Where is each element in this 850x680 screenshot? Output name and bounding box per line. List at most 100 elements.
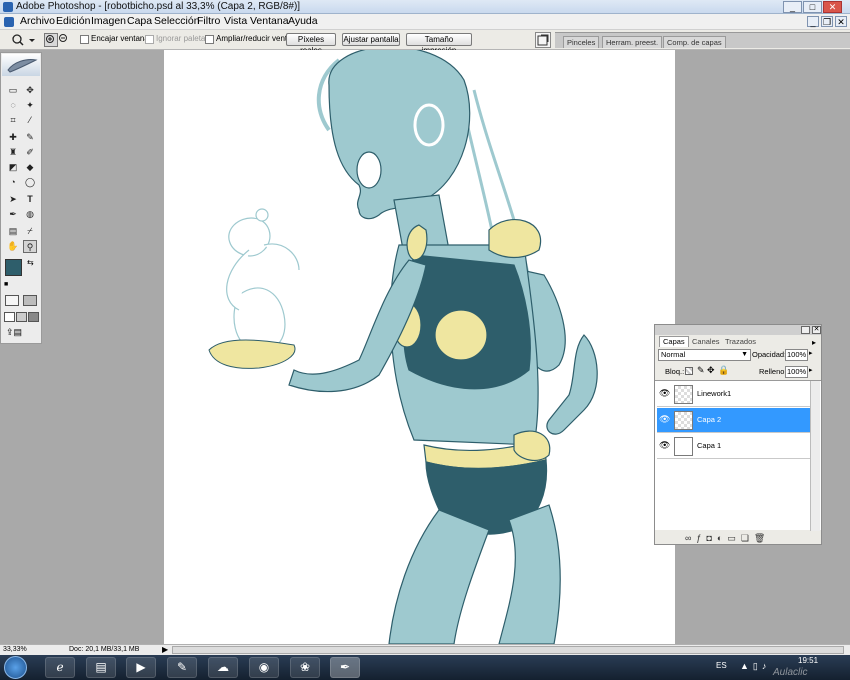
layer-mask-icon[interactable]: ◘ <box>706 533 716 543</box>
eyedropper-tool-icon[interactable]: ⌿ <box>23 225 37 238</box>
swap-colors-icon[interactable]: ⇆ <box>27 258 34 267</box>
app-icon-b[interactable]: ☁ <box>208 657 238 678</box>
visibility-eye-icon[interactable]: 👁 <box>659 388 670 400</box>
lock-move-icon[interactable]: ✥ <box>707 365 715 376</box>
marquee-tool-icon[interactable]: ▭ <box>6 84 20 97</box>
panel-menu-icon[interactable]: ▸ <box>812 338 816 347</box>
document-canvas[interactable] <box>164 50 675 644</box>
zoom-out-icon[interactable] <box>58 33 72 47</box>
visibility-eye-icon[interactable]: 👁 <box>659 440 670 452</box>
zoom-tool-icon[interactable]: ⚲ <box>23 240 37 253</box>
screen-mode-full-menu-icon[interactable] <box>16 312 27 322</box>
type-tool-icon[interactable]: T <box>23 193 37 206</box>
internet-explorer-icon[interactable]: ℯ <box>45 657 75 678</box>
notes-tool-icon[interactable]: ▤ <box>6 225 20 238</box>
menu-ayuda[interactable]: Ayuda <box>285 15 321 27</box>
move-tool-icon[interactable]: ✥ <box>23 84 37 97</box>
link-layers-icon[interactable]: ∞ <box>685 533 696 543</box>
adjustment-layer-icon[interactable]: ◐ <box>717 533 727 543</box>
zoom-tool-preset-icon[interactable] <box>10 33 36 47</box>
layer-row-capa-2[interactable]: 👁 Capa 2 <box>657 408 810 433</box>
fill-slider-arrow-icon[interactable]: ▸ <box>809 366 813 374</box>
lock-transparency-icon[interactable] <box>685 367 693 375</box>
menu-vista[interactable]: Vista <box>221 15 250 27</box>
tab-trazados[interactable]: Trazados <box>722 337 759 347</box>
lock-paint-icon[interactable]: ✎ <box>697 365 705 376</box>
palette-well-icon[interactable] <box>535 32 551 48</box>
zoom-level[interactable]: 33,33% <box>3 646 27 653</box>
fit-window-checkbox[interactable] <box>80 35 89 44</box>
zoom-in-icon[interactable] <box>44 33 58 47</box>
default-colors-icon[interactable]: ■ <box>4 281 8 288</box>
lasso-tool-icon[interactable]: ◌ <box>6 99 20 112</box>
tab-pinceles[interactable]: Pinceles <box>563 36 600 48</box>
blend-mode-select[interactable]: Normal ▼ <box>658 349 751 361</box>
visibility-eye-icon[interactable]: 👁 <box>659 414 670 426</box>
eraser-tool-icon[interactable]: ◩ <box>6 161 20 174</box>
maximize-button[interactable]: □ <box>803 1 822 13</box>
actual-pixels-button[interactable]: Píxeles reales <box>286 33 336 55</box>
layer-style-icon[interactable]: ƒ <box>696 533 706 543</box>
screen-mode-standard-icon[interactable] <box>4 312 15 322</box>
pen-tool-icon[interactable]: ✒ <box>6 208 20 221</box>
quick-mask-icon[interactable] <box>23 295 37 306</box>
app-icon-c[interactable]: ❀ <box>290 657 320 678</box>
standard-mode-icon[interactable] <box>5 295 19 306</box>
layer-row-linework1[interactable]: 👁 Linework1 <box>657 382 810 407</box>
fill-input[interactable]: 100% <box>785 366 808 378</box>
file-explorer-icon[interactable]: ▤ <box>86 657 116 678</box>
app-icon-a[interactable]: ✎ <box>167 657 197 678</box>
minimize-button[interactable]: _ <box>783 1 802 13</box>
hand-tool-icon[interactable]: ✋ <box>6 240 20 253</box>
tab-comp-capas[interactable]: Comp. de capas <box>663 36 726 48</box>
layers-panel-titlebar[interactable] <box>655 325 821 335</box>
menu-archivo[interactable]: Archivo <box>17 15 58 27</box>
zoom-resize-checkbox[interactable] <box>205 35 214 44</box>
ignore-palettes-checkbox[interactable] <box>145 35 154 44</box>
shape-tool-icon[interactable]: ◍ <box>23 208 37 221</box>
toolbox-header-feather-icon[interactable] <box>2 54 40 76</box>
path-selection-tool-icon[interactable]: ➤ <box>6 193 20 206</box>
document-icon[interactable] <box>4 17 14 27</box>
screen-mode-full-icon[interactable] <box>28 312 39 322</box>
delete-layer-icon[interactable]: 🗑 <box>754 533 770 543</box>
opacity-slider-arrow-icon[interactable]: ▸ <box>809 349 813 357</box>
foreground-color-swatch[interactable] <box>5 259 22 276</box>
stamp-tool-icon[interactable]: ♜ <box>6 146 20 159</box>
panel-minimize-button[interactable] <box>801 326 810 334</box>
slice-tool-icon[interactable]: ⁄ <box>23 114 37 127</box>
healing-brush-tool-icon[interactable]: ✚ <box>6 131 20 144</box>
lock-all-icon[interactable]: 🔒 <box>718 365 729 376</box>
magic-wand-tool-icon[interactable]: ✦ <box>23 99 37 112</box>
history-brush-tool-icon[interactable]: ✐ <box>23 146 37 159</box>
opacity-input[interactable]: 100% <box>785 349 808 361</box>
brush-tool-icon[interactable]: ✎ <box>23 131 37 144</box>
doc-minimize-button[interactable]: _ <box>807 16 819 27</box>
crop-tool-icon[interactable]: ⌗ <box>6 114 20 127</box>
start-button-icon[interactable] <box>4 656 27 679</box>
clock-time[interactable]: 19:51 <box>798 656 818 665</box>
chrome-icon[interactable]: ◉ <box>249 657 279 678</box>
new-group-icon[interactable]: ▭ <box>727 533 741 543</box>
fit-screen-button[interactable]: Ajustar pantalla <box>342 33 400 46</box>
layer-row-capa-1[interactable]: 👁 Capa 1 <box>657 434 810 459</box>
status-menu-arrow-icon[interactable]: ▶ <box>162 645 168 654</box>
print-size-button[interactable]: Tamaño impresión <box>406 33 472 55</box>
tab-herram-preest[interactable]: Herram. preest. <box>602 36 663 48</box>
close-button[interactable]: ✕ <box>823 1 842 13</box>
horizontal-scrollbar[interactable] <box>172 646 844 654</box>
language-indicator[interactable]: ES <box>716 661 727 670</box>
menu-filtro[interactable]: Filtro <box>194 15 223 27</box>
panel-close-button[interactable]: ✕ <box>812 326 821 334</box>
paint-bucket-tool-icon[interactable]: ◆ <box>23 161 37 174</box>
doc-restore-button[interactable]: ❐ <box>821 16 833 27</box>
jump-to-imageready-icon[interactable]: ⇪▤ <box>6 327 36 339</box>
new-layer-icon[interactable]: ❏ <box>741 533 754 543</box>
layers-scrollbar[interactable] <box>810 381 820 531</box>
blur-tool-icon[interactable]: ◔ <box>6 176 20 189</box>
system-tray-icons[interactable]: ▲▯♪ <box>740 661 770 672</box>
dodge-tool-icon[interactable]: ◯ <box>23 176 37 189</box>
photoshop-taskbar-icon[interactable]: ✒ <box>330 657 360 678</box>
media-player-icon[interactable]: ▶ <box>126 657 156 678</box>
tab-capas[interactable]: Capas <box>659 336 689 347</box>
